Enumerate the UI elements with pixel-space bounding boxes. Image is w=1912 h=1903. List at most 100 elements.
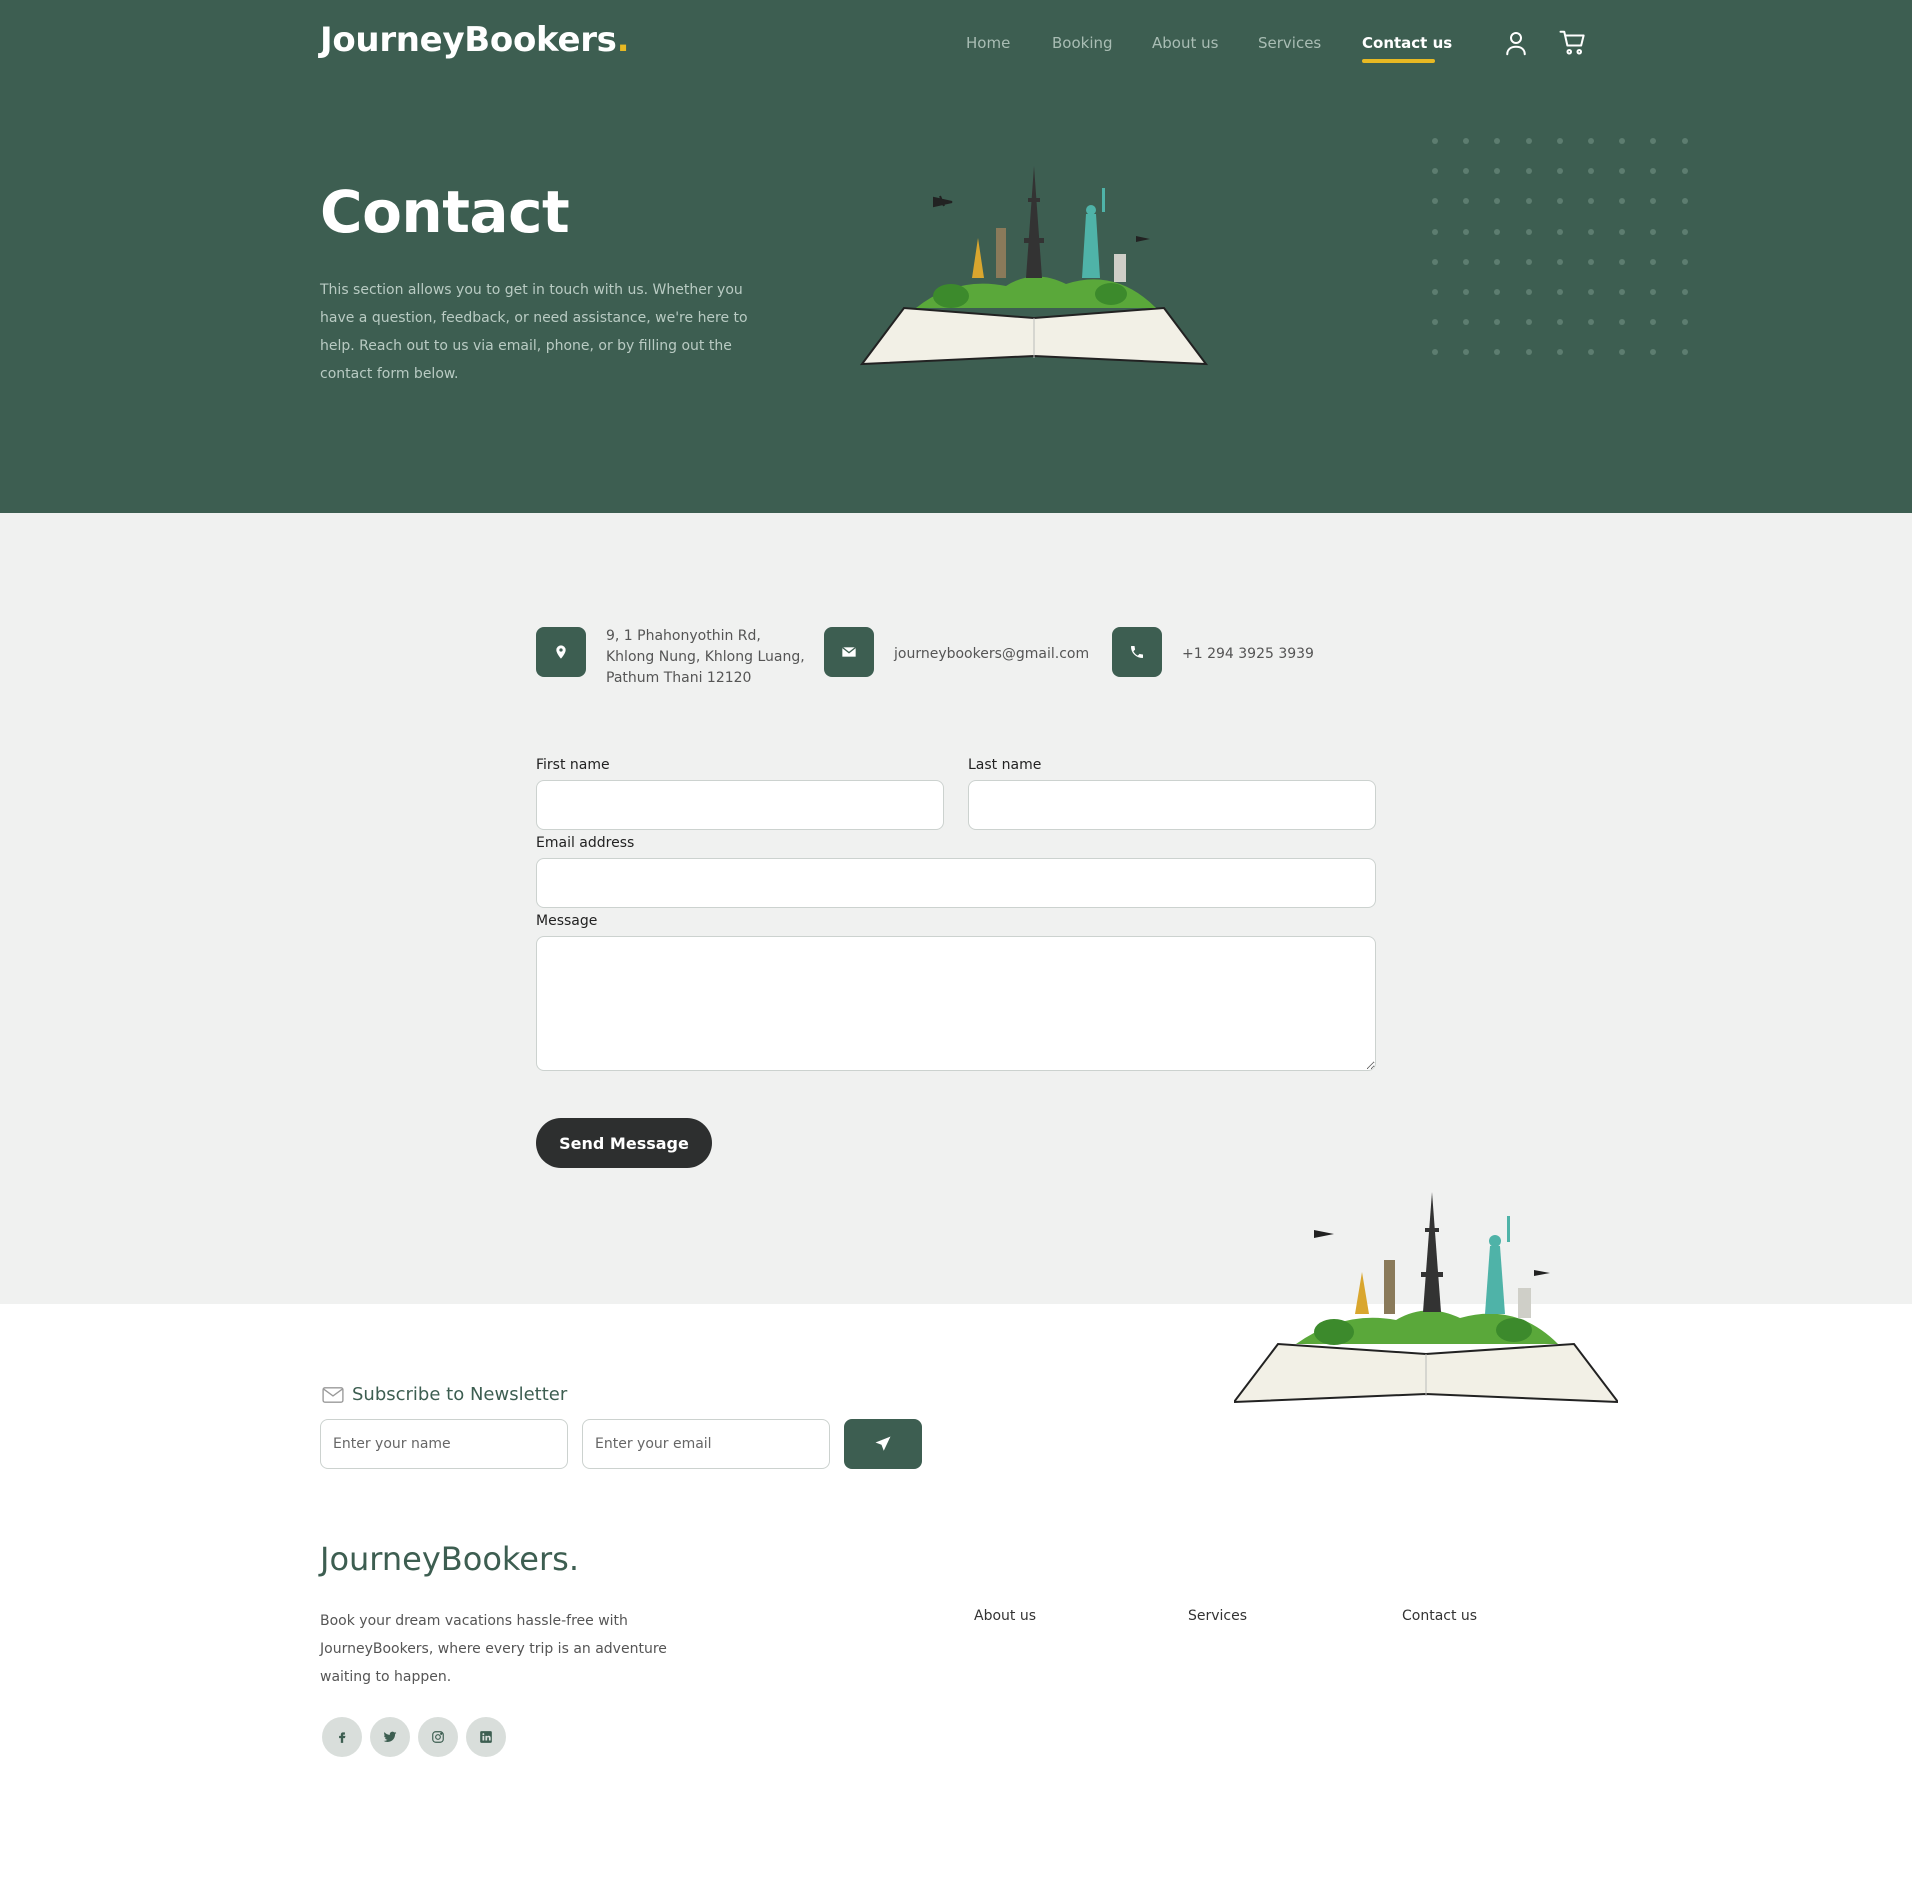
decorative-dot bbox=[1556, 228, 1563, 235]
decorative-dot bbox=[1463, 138, 1470, 144]
location-icon bbox=[536, 627, 586, 677]
decorative-dot bbox=[1650, 319, 1657, 326]
cart-icon[interactable] bbox=[1558, 28, 1588, 58]
footer-logo[interactable]: JourneyBookers. bbox=[320, 1540, 579, 1578]
decorative-dot bbox=[1494, 258, 1501, 265]
instagram-icon[interactable] bbox=[418, 1717, 458, 1757]
decorative-dot bbox=[1588, 228, 1594, 235]
footer-description: Book your dream vacations hassle-free wi… bbox=[320, 1613, 667, 1685]
message-textarea[interactable] bbox=[536, 936, 1376, 1071]
decorative-dot bbox=[1681, 168, 1688, 175]
decorative-dot bbox=[1432, 349, 1438, 356]
travel-book-illustration bbox=[859, 166, 1209, 366]
decorative-dot bbox=[1681, 198, 1688, 205]
decorative-dot bbox=[1525, 168, 1532, 175]
decorative-dot bbox=[1494, 168, 1501, 175]
decorative-dot bbox=[1681, 289, 1688, 295]
decorative-dot bbox=[1588, 168, 1594, 175]
nav-booking[interactable]: Booking bbox=[1052, 34, 1113, 52]
decorative-dot bbox=[1432, 258, 1438, 265]
decorative-dot bbox=[1650, 228, 1657, 235]
decorative-dot bbox=[1650, 168, 1657, 175]
brand-dot: . bbox=[616, 20, 630, 60]
first-name-label: First name bbox=[536, 757, 610, 773]
linkedin-icon[interactable] bbox=[466, 1717, 506, 1757]
decorative-dot bbox=[1681, 138, 1688, 144]
decorative-dot bbox=[1494, 228, 1501, 235]
envelope-icon bbox=[322, 1386, 344, 1403]
decorative-dot bbox=[1525, 349, 1532, 356]
decorative-dot bbox=[1432, 319, 1438, 326]
send-icon bbox=[875, 1436, 891, 1451]
brand-logo[interactable]: JourneyBookers. bbox=[320, 20, 630, 60]
newsletter-name-input[interactable] bbox=[320, 1419, 568, 1469]
newsletter-title: Subscribe to Newsletter bbox=[322, 1384, 567, 1405]
decorative-dot bbox=[1432, 138, 1438, 144]
decorative-dot bbox=[1588, 349, 1594, 356]
decorative-dot bbox=[1650, 289, 1657, 295]
decorative-dot bbox=[1463, 228, 1470, 235]
decorative-dot bbox=[1619, 258, 1626, 265]
decorative-dot bbox=[1525, 258, 1532, 265]
decorative-dot bbox=[1494, 198, 1501, 205]
brand-name: JourneyBookers bbox=[320, 20, 617, 60]
user-icon[interactable] bbox=[1501, 28, 1531, 58]
decorative-dot bbox=[1650, 198, 1657, 205]
decorative-dot bbox=[1650, 138, 1657, 144]
contact-address: 9, 1 Phahonyothin Rd, Khlong Nung, Khlon… bbox=[606, 628, 805, 686]
nav-about-us[interactable]: About us bbox=[1152, 34, 1218, 52]
decorative-dot bbox=[1588, 258, 1594, 265]
decorative-dot bbox=[1619, 228, 1626, 235]
decorative-dot bbox=[1681, 228, 1688, 235]
decorative-dot bbox=[1432, 198, 1438, 205]
newsletter-title-text: Subscribe to Newsletter bbox=[352, 1384, 568, 1405]
decorative-dot bbox=[1556, 138, 1563, 144]
first-name-input[interactable] bbox=[536, 780, 944, 830]
decorative-dot bbox=[1525, 138, 1532, 144]
facebook-icon[interactable] bbox=[322, 1717, 362, 1757]
contact-phone[interactable]: +1 294 3925 3939 bbox=[1182, 644, 1314, 665]
footer-link-about-us[interactable]: About us bbox=[974, 1608, 1036, 1624]
nav-active-indicator bbox=[1362, 59, 1435, 63]
email-icon bbox=[824, 627, 874, 677]
decorative-dot bbox=[1588, 138, 1594, 144]
decorative-dot bbox=[1525, 319, 1532, 326]
decorative-dot bbox=[1556, 349, 1563, 356]
decorative-dot bbox=[1463, 319, 1470, 326]
decorative-dot bbox=[1463, 198, 1470, 205]
nav-services[interactable]: Services bbox=[1258, 34, 1321, 52]
decorative-dot bbox=[1432, 228, 1438, 235]
footer-link-services[interactable]: Services bbox=[1188, 1608, 1247, 1624]
decorative-dot bbox=[1494, 319, 1501, 326]
decorative-dot bbox=[1619, 289, 1626, 295]
twitter-icon[interactable] bbox=[370, 1717, 410, 1757]
decorative-dot bbox=[1681, 319, 1688, 326]
decorative-dot bbox=[1619, 138, 1626, 144]
decorative-dot bbox=[1463, 258, 1470, 265]
newsletter-email-input[interactable] bbox=[582, 1419, 830, 1469]
decorative-dot bbox=[1556, 289, 1563, 295]
travel-book-illustration-footer bbox=[1234, 1192, 1618, 1404]
send-message-button[interactable]: Send Message bbox=[536, 1118, 712, 1168]
last-name-input[interactable] bbox=[968, 780, 1376, 830]
decorative-dot bbox=[1619, 319, 1626, 326]
hero-section: JourneyBookers. Home Booking About us Se… bbox=[0, 0, 1912, 513]
email-address-input[interactable] bbox=[536, 858, 1376, 908]
decorative-dot bbox=[1588, 198, 1594, 205]
decorative-dot bbox=[1525, 289, 1532, 295]
email-address-label: Email address bbox=[536, 835, 635, 851]
decorative-dot bbox=[1588, 289, 1594, 295]
decorative-dot bbox=[1588, 319, 1594, 326]
decorative-dot bbox=[1525, 198, 1532, 205]
decorative-dot bbox=[1556, 319, 1563, 326]
contact-email[interactable]: journeybookers@gmail.com bbox=[894, 644, 1089, 665]
decorative-dot bbox=[1681, 258, 1688, 265]
footer-link-contact-us[interactable]: Contact us bbox=[1402, 1608, 1477, 1624]
decorative-dot bbox=[1681, 349, 1688, 356]
phone-icon bbox=[1112, 627, 1162, 677]
decorative-dot bbox=[1525, 228, 1532, 235]
newsletter-submit-button[interactable] bbox=[844, 1419, 922, 1469]
message-label: Message bbox=[536, 913, 598, 929]
nav-home[interactable]: Home bbox=[966, 34, 1010, 52]
nav-contact-us[interactable]: Contact us bbox=[1362, 34, 1452, 52]
